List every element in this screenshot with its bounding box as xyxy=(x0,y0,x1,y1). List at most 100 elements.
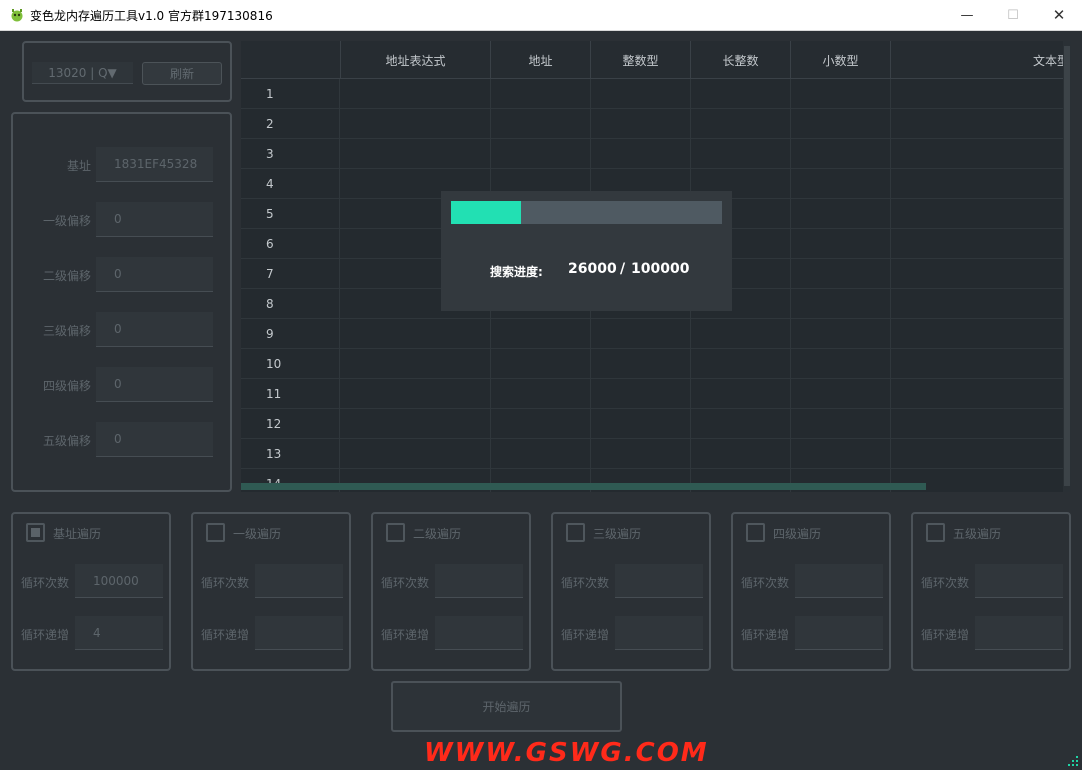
table-cell[interactable] xyxy=(341,409,491,439)
table-cell[interactable] xyxy=(341,139,491,169)
table-cell[interactable] xyxy=(491,379,591,409)
table-row[interactable]: 1 xyxy=(241,79,1071,109)
loop-step-field[interactable] xyxy=(975,616,1063,650)
column-header-int[interactable]: 整数型 xyxy=(591,41,691,79)
loop-count-field[interactable] xyxy=(975,564,1063,598)
table-cell[interactable] xyxy=(341,379,491,409)
table-cell[interactable] xyxy=(791,289,891,319)
table-cell[interactable] xyxy=(791,79,891,109)
table-cell[interactable] xyxy=(891,409,1071,439)
table-cell[interactable] xyxy=(341,319,491,349)
table-cell[interactable] xyxy=(591,139,691,169)
table-cell[interactable] xyxy=(791,409,891,439)
table-cell[interactable] xyxy=(691,379,791,409)
table-row[interactable]: 11 xyxy=(241,379,1071,409)
table-cell[interactable] xyxy=(691,109,791,139)
offset-4-field[interactable]: 0 xyxy=(96,367,213,402)
close-button[interactable]: ✕ xyxy=(1036,0,1082,30)
column-header-long[interactable]: 长整数 xyxy=(691,41,791,79)
loop-count-field[interactable]: 100000 xyxy=(75,564,163,598)
table-cell[interactable] xyxy=(891,79,1071,109)
table-row[interactable]: 12 xyxy=(241,409,1071,439)
table-cell[interactable] xyxy=(591,439,691,469)
column-header-text[interactable]: 文本型 xyxy=(891,41,1071,79)
table-row[interactable]: 2 xyxy=(241,109,1071,139)
table-cell[interactable] xyxy=(791,379,891,409)
table-cell[interactable] xyxy=(491,349,591,379)
table-cell[interactable] xyxy=(491,79,591,109)
table-cell[interactable] xyxy=(791,349,891,379)
table-cell[interactable] xyxy=(791,169,891,199)
table-cell[interactable] xyxy=(891,199,1071,229)
loop-step-field[interactable] xyxy=(615,616,703,650)
table-cell[interactable] xyxy=(341,439,491,469)
table-cell[interactable] xyxy=(791,109,891,139)
table-cell[interactable] xyxy=(491,319,591,349)
table-cell[interactable] xyxy=(891,229,1071,259)
loop-count-field[interactable] xyxy=(255,564,343,598)
table-cell[interactable] xyxy=(591,379,691,409)
table-cell[interactable] xyxy=(691,409,791,439)
offset-2-field[interactable]: 0 xyxy=(96,257,213,292)
table-cell[interactable] xyxy=(791,319,891,349)
loop-step-field[interactable]: 4 xyxy=(75,616,163,650)
process-combo[interactable]: 13020 | Q▼ xyxy=(32,62,133,84)
table-cell[interactable] xyxy=(491,409,591,439)
start-traverse-button[interactable]: 开始遍历 xyxy=(391,681,622,732)
table-cell[interactable] xyxy=(491,139,591,169)
loop-enable-checkbox[interactable] xyxy=(26,523,45,542)
table-cell[interactable] xyxy=(341,349,491,379)
loop-count-field[interactable] xyxy=(795,564,883,598)
loop-enable-checkbox[interactable] xyxy=(386,523,405,542)
resize-grip-icon[interactable] xyxy=(1064,752,1080,768)
table-cell[interactable] xyxy=(891,289,1071,319)
vertical-scrollbar-thumb[interactable] xyxy=(1064,46,1070,486)
table-cell[interactable] xyxy=(591,349,691,379)
loop-enable-checkbox[interactable] xyxy=(206,523,225,542)
loop-enable-checkbox[interactable] xyxy=(566,523,585,542)
table-cell[interactable] xyxy=(791,139,891,169)
table-cell[interactable] xyxy=(691,439,791,469)
table-cell[interactable] xyxy=(591,319,691,349)
table-cell[interactable] xyxy=(791,439,891,469)
column-header-expression[interactable]: 地址表达式 xyxy=(341,41,491,79)
loop-enable-checkbox[interactable] xyxy=(926,523,945,542)
horizontal-scrollbar[interactable] xyxy=(241,483,926,490)
table-cell[interactable] xyxy=(791,229,891,259)
table-cell[interactable] xyxy=(491,439,591,469)
loop-step-field[interactable] xyxy=(795,616,883,650)
table-cell[interactable] xyxy=(791,199,891,229)
offset-5-field[interactable]: 0 xyxy=(96,422,213,457)
table-cell[interactable] xyxy=(791,259,891,289)
loop-count-field[interactable] xyxy=(615,564,703,598)
table-cell[interactable] xyxy=(341,79,491,109)
table-row[interactable]: 9 xyxy=(241,319,1071,349)
table-cell[interactable] xyxy=(591,109,691,139)
table-cell[interactable] xyxy=(491,109,591,139)
table-cell[interactable] xyxy=(891,139,1071,169)
table-cell[interactable] xyxy=(891,109,1071,139)
table-cell[interactable] xyxy=(891,259,1071,289)
offset-3-field[interactable]: 0 xyxy=(96,312,213,347)
table-cell[interactable] xyxy=(691,79,791,109)
refresh-button[interactable]: 刷新 xyxy=(142,62,222,85)
table-row[interactable]: 10 xyxy=(241,349,1071,379)
table-cell[interactable] xyxy=(691,139,791,169)
loop-count-field[interactable] xyxy=(435,564,523,598)
maximize-button[interactable]: ☐ xyxy=(990,0,1036,30)
table-cell[interactable] xyxy=(891,319,1071,349)
table-cell[interactable] xyxy=(341,109,491,139)
loop-step-field[interactable] xyxy=(255,616,343,650)
offset-1-field[interactable]: 0 xyxy=(96,202,213,237)
table-cell[interactable] xyxy=(891,349,1071,379)
column-header-float[interactable]: 小数型 xyxy=(791,41,891,79)
base-address-field[interactable]: 1831EF45328 xyxy=(96,147,213,182)
loop-step-field[interactable] xyxy=(435,616,523,650)
column-header-address[interactable]: 地址 xyxy=(491,41,591,79)
table-cell[interactable] xyxy=(691,319,791,349)
table-cell[interactable] xyxy=(891,439,1071,469)
table-row[interactable]: 13 xyxy=(241,439,1071,469)
table-cell[interactable] xyxy=(891,169,1071,199)
table-cell[interactable] xyxy=(591,409,691,439)
minimize-button[interactable]: — xyxy=(944,0,990,30)
